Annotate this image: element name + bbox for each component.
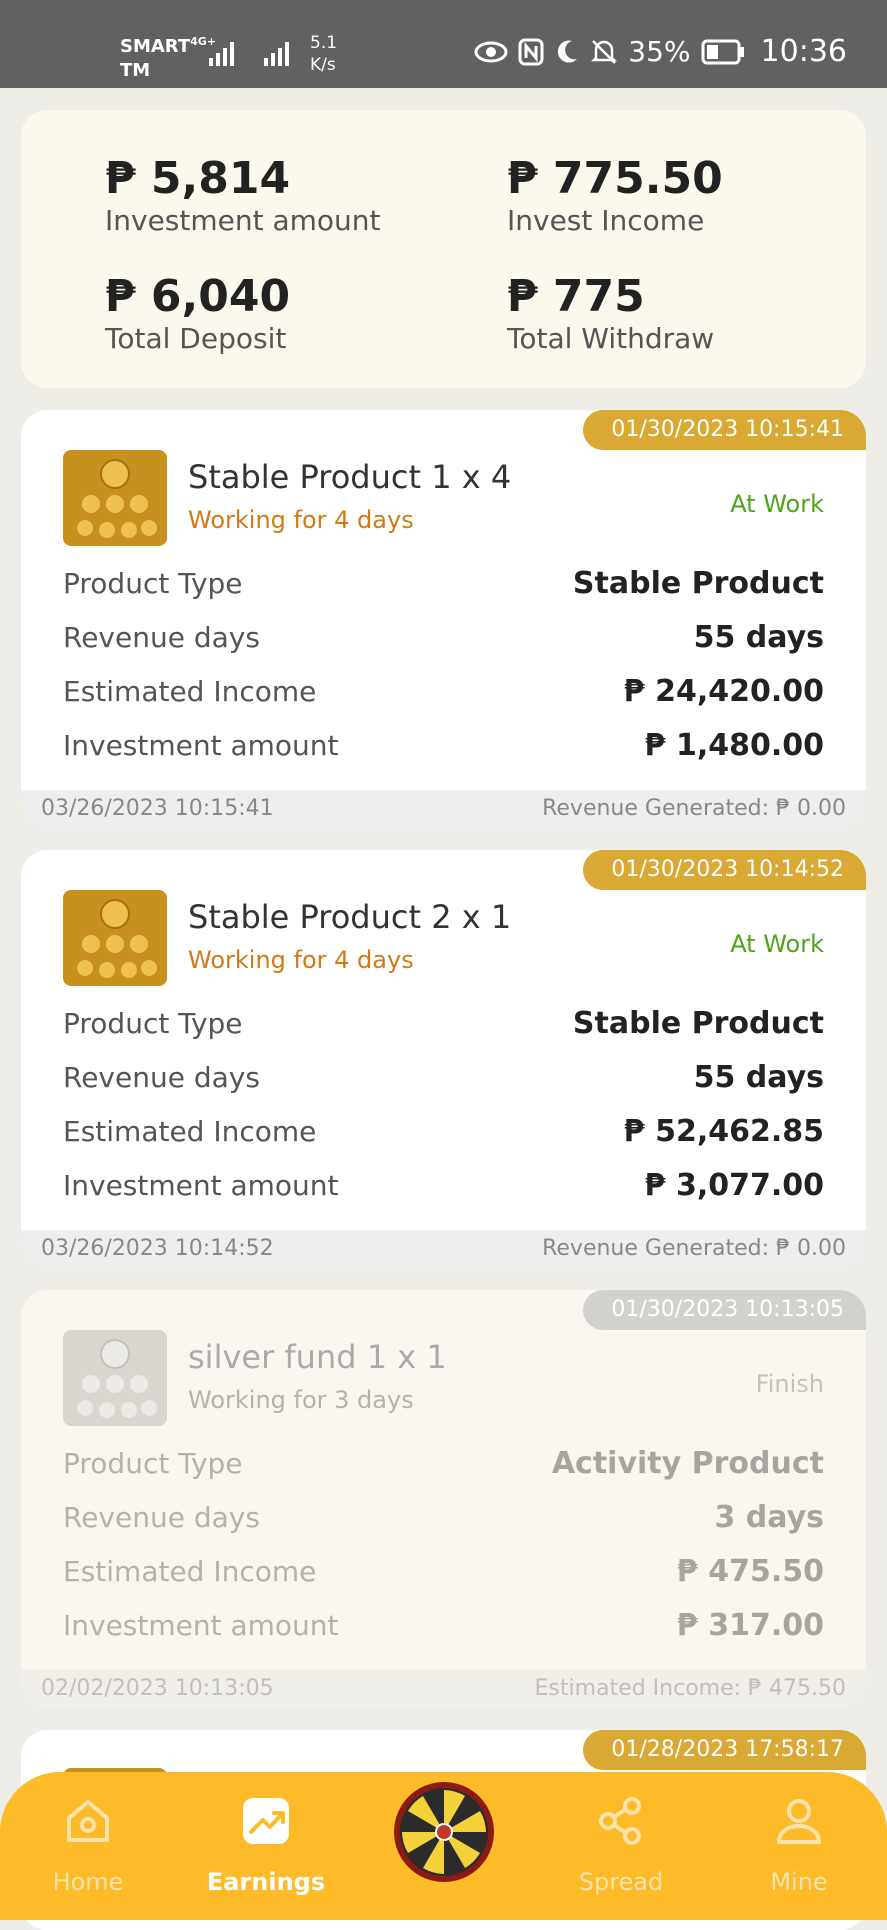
investment-amount-row: Investment amount ₱ 317.00 (63, 1607, 824, 1643)
status-label: At Work (730, 490, 824, 518)
product-name: Stable Product 2 x 1 (188, 898, 512, 936)
revenue-days-row: Revenue days 55 days (63, 619, 824, 655)
product-type-row: Product Type Activity Product (63, 1445, 824, 1481)
nav-mine[interactable]: Mine (729, 1772, 869, 1920)
clock: 10:36 (760, 34, 847, 69)
end-date: 02/02/2023 10:13:05 (41, 1676, 274, 1701)
revenue-days-row: Revenue days 55 days (63, 1059, 824, 1095)
investment-amount-row: Investment amount ₱ 3,077.00 (63, 1167, 824, 1203)
purchase-date-badge: 01/28/2023 17:58:17 (583, 1730, 866, 1770)
card-footer: 03/26/2023 10:15:41 Revenue Generated: ₱… (21, 790, 866, 828)
network-speed: 5.1 K/s (310, 33, 338, 75)
product-type-row: Product Type Stable Product (63, 565, 824, 601)
card-footer: 03/26/2023 10:14:52 Revenue Generated: ₱… (21, 1230, 866, 1268)
product-card[interactable]: 01/30/2023 10:14:52 Stable Product 2 x 1… (21, 850, 866, 1268)
product-card[interactable]: 01/30/2023 10:13:05 silver fund 1 x 1 Wo… (21, 1290, 866, 1708)
purchase-date-badge: 01/30/2023 10:15:41 (583, 410, 866, 450)
gold-coins-icon (63, 450, 167, 546)
status-label: At Work (730, 930, 824, 958)
revenue-generated: Revenue Generated: ₱ 0.00 (542, 1236, 846, 1261)
nfc-icon (518, 38, 544, 65)
battery-percent: 35% (628, 35, 691, 68)
nav-home[interactable]: Home (18, 1772, 158, 1920)
product-card[interactable]: 01/30/2023 10:15:41 Stable Product 1 x 4… (21, 410, 866, 828)
investment-amount-stat: ₱ 5,814 Investment amount (105, 153, 381, 238)
total-withdraw-stat: ₱ 775 Total Withdraw (507, 271, 715, 356)
estimated-income-row: Estimated Income ₱ 24,420.00 (63, 673, 824, 709)
product-name: Stable Product 1 x 4 (188, 458, 512, 496)
status-label: Finish (755, 1370, 824, 1398)
purchase-date-badge: 01/30/2023 10:14:52 (583, 850, 866, 890)
battery-icon (701, 39, 744, 64)
silver-coins-icon (63, 1330, 167, 1426)
lucky-wheel-button[interactable] (392, 1780, 496, 1884)
home-icon (67, 1800, 109, 1842)
gold-coins-icon (63, 890, 167, 986)
nav-spread[interactable]: Spread (551, 1772, 691, 1920)
signal-icon (209, 42, 234, 66)
estimated-income-row: Estimated Income ₱ 475.50 (63, 1553, 824, 1589)
nav-earnings[interactable]: Earnings (196, 1772, 336, 1920)
product-type-row: Product Type Stable Product (63, 1005, 824, 1041)
working-days: Working for 4 days (188, 506, 414, 534)
end-date: 03/26/2023 10:15:41 (41, 796, 274, 821)
mute-icon (591, 39, 618, 64)
share-icon (599, 1797, 641, 1845)
card-footer: 02/02/2023 10:13:05 Estimated Income: ₱ … (21, 1670, 866, 1708)
eye-icon (474, 41, 508, 62)
user-icon (777, 1799, 821, 1844)
purchase-date-badge: 01/30/2023 10:13:05 (583, 1290, 866, 1330)
total-deposit-stat: ₱ 6,040 Total Deposit (105, 271, 291, 356)
moon-icon (558, 40, 578, 63)
estimated-income-row: Estimated Income ₱ 52,462.85 (63, 1113, 824, 1149)
working-days: Working for 3 days (188, 1386, 414, 1414)
product-name: silver fund 1 x 1 (188, 1338, 447, 1376)
end-date: 03/26/2023 10:14:52 (41, 1236, 274, 1261)
signal-icon-2 (264, 42, 289, 66)
working-days: Working for 4 days (188, 946, 414, 974)
revenue-days-row: Revenue days 3 days (63, 1499, 824, 1535)
revenue-generated: Revenue Generated: ₱ 0.00 (542, 796, 846, 821)
carrier-label: SMART4G+ TM (120, 35, 217, 81)
estimated-income-footer: Estimated Income: ₱ 475.50 (534, 1676, 846, 1701)
trend-up-icon (243, 1798, 289, 1844)
investment-amount-row: Investment amount ₱ 1,480.00 (63, 727, 824, 763)
invest-income-stat: ₱ 775.50 Invest Income (507, 153, 723, 238)
status-bar: SMART4G+ TM 5.1 K/s 35% 10:36 (0, 0, 887, 88)
summary-panel: ₱ 5,814 Investment amount ₱ 775.50 Inves… (21, 110, 866, 388)
